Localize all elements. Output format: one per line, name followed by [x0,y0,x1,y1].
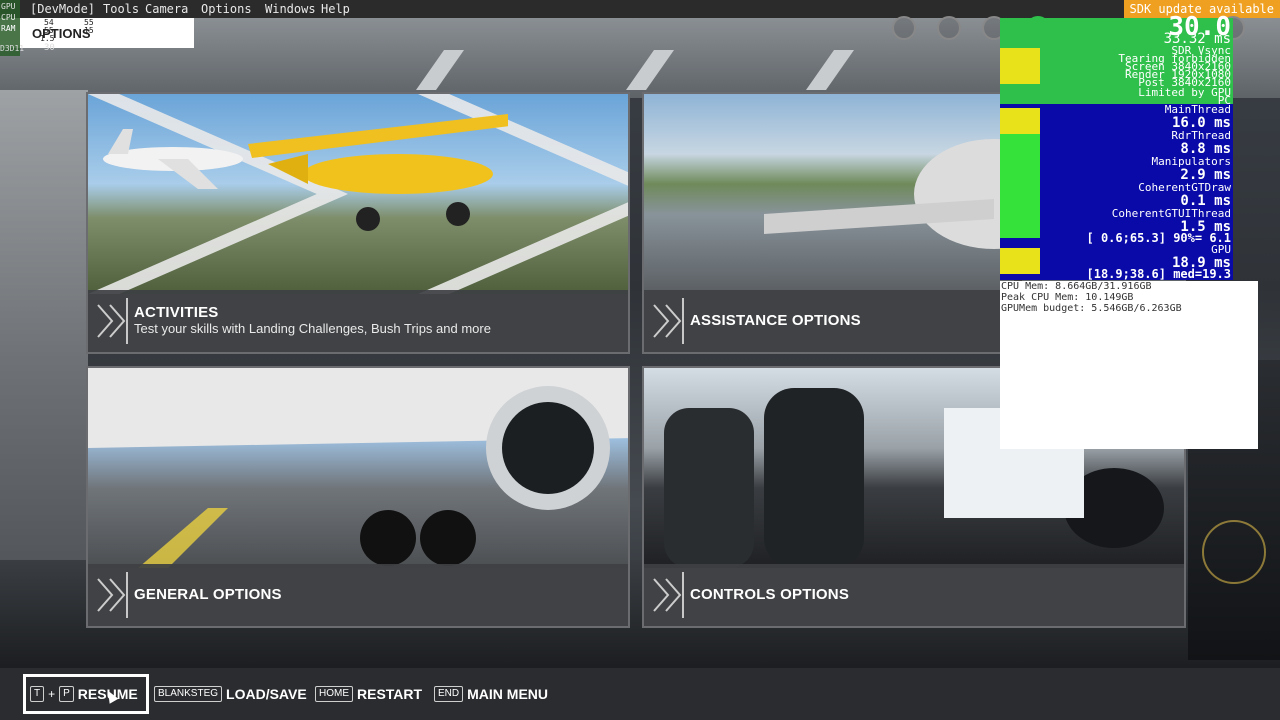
main-menu-button[interactable]: END MAIN MENU [434,685,548,703]
perf-row-range: [18.9;38.6] med=19.3 [1086,267,1232,281]
perf-graph [1000,212,1040,238]
load-save-button[interactable]: BLANKSTEG LOAD/SAVE [154,685,307,703]
perf-row-label: RdrThread [1171,129,1231,142]
fps-history-graph [1000,48,1040,84]
perf-summary: 30.0 33.32 ms SDR Vsync Tearing forbidde… [1000,12,1233,106]
perf-row: GPU 18.9 ms [18.9;38.6] med=19.3 [1000,243,1233,280]
resume-button[interactable]: T + P RESUME [30,685,138,703]
tile-activities-title: ACTIVITIES [134,304,219,321]
key-hint-p: P [59,686,74,702]
perf-graph [1000,108,1040,134]
tile-general-title: GENERAL OPTIONS [134,586,282,603]
tile-controls-title: CONTROLS OPTIONS [690,586,850,603]
tile-activities-subtitle: Test your skills with Landing Challenges… [134,321,491,336]
tile-divider [126,298,128,344]
double-chevron-icon [652,577,684,613]
tile-general-options[interactable]: GENERAL OPTIONS [86,366,630,628]
restart-button[interactable]: HOME RESTART [315,685,422,703]
perf-row-range: [ 0.6;65.3] 90%= 6.1 [1086,231,1232,245]
key-hint-blanksteg: BLANKSTEG [154,686,223,702]
restart-label: RESTART [357,686,423,702]
menu-devmode[interactable]: [DevMode] [30,0,95,18]
load-save-label: LOAD/SAVE [226,686,307,702]
perf-row-value: 16.0 ms [1171,115,1231,131]
perf-graph [1000,134,1040,160]
key-hint-home: HOME [315,686,353,702]
fps-label-ram: RAM [1,24,16,33]
target-icon[interactable] [892,16,916,40]
fps-bottom-number: 30 [44,43,55,53]
background-hangar-left [0,90,88,630]
menu-camera[interactable]: Camera [145,0,188,18]
double-chevron-icon [652,303,684,339]
perf-memory: CPU Mem: 8.664GB/31.916GB Peak CPU Mem: … [1000,281,1258,449]
fps-label-d3d: D3D11 [0,44,25,53]
page-title: OPTIONS [32,26,91,41]
perf-row-label: MainThread [1164,103,1231,116]
bush-plane-icon [248,114,508,231]
perf-graph [1000,160,1040,186]
perf-row-value: 0.1 ms [1180,193,1231,209]
fps-label-cpu: CPU [1,13,16,22]
tile-activities-bar: ACTIVITIES Test your skills with Landing… [88,290,628,352]
perf-row: CoherentGTUIThread 1.5 ms [ 0.6;65.3] 90… [1000,207,1233,244]
tile-divider [682,572,684,618]
menu-tools[interactable]: Tools [103,0,139,18]
dev-menubar: [DevMode] Tools Camera Options Windows H… [0,0,1280,18]
fps-overlay: 54 55 55 15 1.5 [0,18,194,48]
key-hint-end: END [434,686,464,702]
menu-options[interactable]: Options [201,0,252,18]
tile-divider [126,572,128,618]
double-chevron-icon [96,577,128,613]
perf-mem-line: Peak CPU Mem: 10.149GB [1001,292,1134,303]
perf-row-label: CoherentGTDraw [1138,181,1231,194]
menu-windows[interactable]: Windows [265,0,316,18]
perf-row-value: 2.9 ms [1180,167,1231,183]
airliner-icon [103,129,243,189]
perf-graph [1000,186,1040,212]
perf-row-value: 8.8 ms [1180,141,1231,157]
perf-row-label: Manipulators [1151,155,1231,168]
instrument-dial-icon [1202,520,1266,584]
multiplayer-icon[interactable] [937,16,961,40]
perf-graph [1000,248,1040,274]
perf-overlay: 30.0 33.32 ms SDR Vsync Tearing forbidde… [1000,12,1233,280]
tile-controls-bar: CONTROLS OPTIONS [644,564,1184,626]
jet-engine-icon [88,368,628,568]
key-plus: + [48,687,56,701]
perf-row-label: GPU [1211,243,1231,256]
double-chevron-icon [96,303,128,339]
activities-image [88,94,628,294]
fps-label-gpu: GPU [1,2,16,11]
perf-mem-line: GPUMem budget: 5.546GB/6.263GB [1001,303,1182,314]
menu-help[interactable]: Help [321,0,350,18]
perf-mem-line: CPU Mem: 8.664GB/31.916GB [1001,281,1152,292]
key-hint-t: T [30,686,45,702]
tile-assistance-title: ASSISTANCE OPTIONS [690,312,861,329]
perf-row-label: CoherentGTUIThread [1111,207,1231,220]
tile-general-bar: GENERAL OPTIONS [88,564,628,626]
main-menu-label: MAIN MENU [467,686,549,702]
general-image [88,368,628,568]
tile-divider [682,298,684,344]
tile-activities[interactable]: ACTIVITIES Test your skills with Landing… [86,92,630,354]
